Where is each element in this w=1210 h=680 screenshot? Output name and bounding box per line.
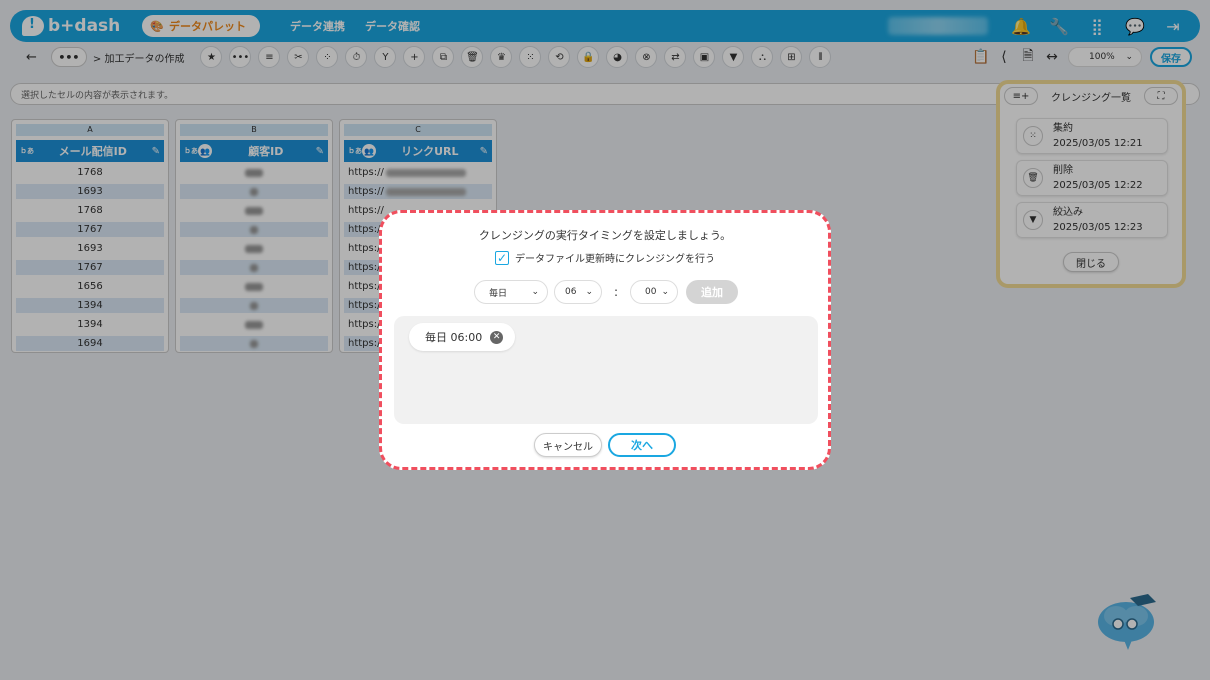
minute-select[interactable]: 00 ⌄ [630, 280, 678, 304]
time-separator: : [613, 285, 619, 299]
schedule-modal: クレンジングの実行タイミングを設定しましょう。 ✓ データファイル更新時にクレン… [379, 210, 831, 470]
cancel-button[interactable]: キャンセル [534, 433, 602, 457]
hour-select[interactable]: 06 ⌄ [554, 280, 602, 304]
hour-value: 06 [565, 287, 577, 297]
chevron-down-icon: ⌄ [661, 287, 669, 297]
schedule-chip: 毎日 06:00 ✕ [409, 323, 516, 351]
next-button[interactable]: 次へ [608, 433, 676, 457]
update-checkbox-row[interactable]: ✓ データファイル更新時にクレンジングを行う [382, 250, 828, 265]
schedule-chip-label: 毎日 06:00 [425, 331, 483, 344]
remove-icon[interactable]: ✕ [490, 330, 504, 344]
modal-title: クレンジングの実行タイミングを設定しましょう。 [478, 229, 732, 242]
add-button[interactable]: 追加 [686, 280, 738, 304]
checkbox-label: データファイル更新時にクレンジングを行う [515, 254, 715, 265]
checkbox-checked-icon[interactable]: ✓ [495, 250, 509, 265]
minute-value: 00 [645, 287, 657, 297]
schedule-list: 毎日 06:00 ✕ [394, 316, 818, 424]
chevron-down-icon: ⌄ [585, 287, 593, 297]
chevron-down-icon: ⌄ [531, 287, 539, 297]
frequency-value: 毎日 [489, 288, 508, 299]
frequency-select[interactable]: 毎日 ⌄ [474, 280, 548, 304]
